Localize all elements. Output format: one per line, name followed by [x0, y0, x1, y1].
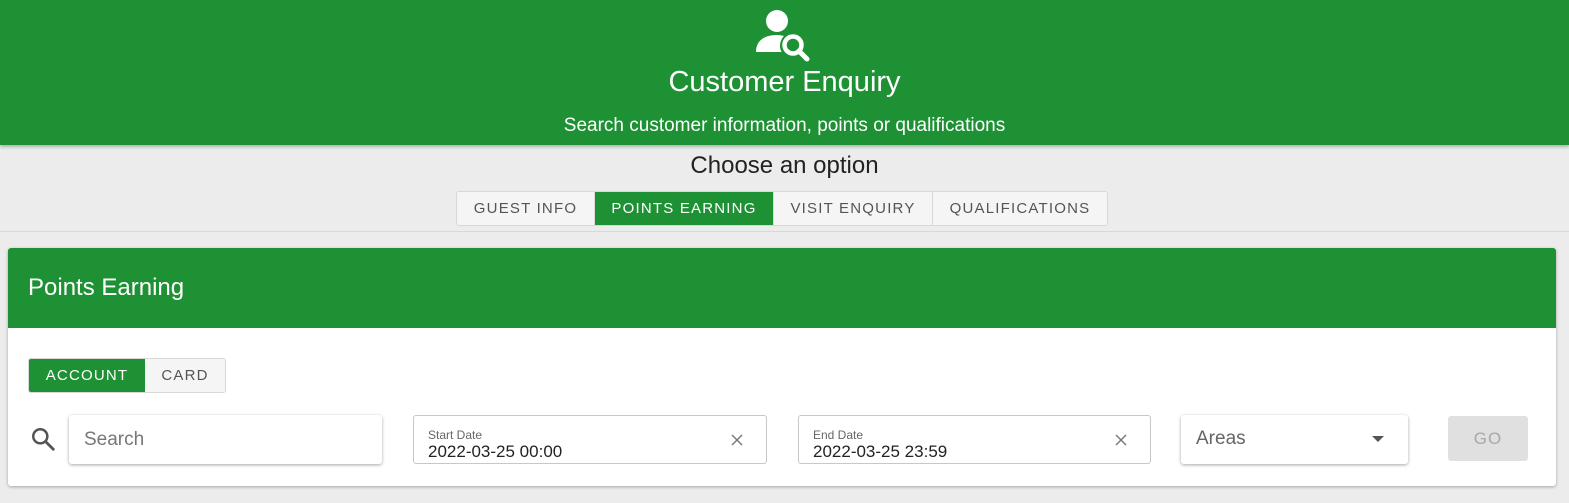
mode-toggle: ACCOUNT CARD: [28, 358, 226, 393]
tab-guest-info[interactable]: GUEST INFO: [457, 192, 595, 225]
option-tabs: GUEST INFO POINTS EARNING VISIT ENQUIRY …: [456, 191, 1108, 226]
page-title: Customer Enquiry: [668, 66, 901, 98]
tab-points-earning[interactable]: POINTS EARNING: [595, 192, 774, 225]
start-date-value[interactable]: 2022-03-25 00:00: [428, 442, 562, 462]
options-heading: Choose an option: [690, 152, 879, 179]
search-field: [69, 415, 382, 464]
end-date-field[interactable]: End Date 2022-03-25 23:59: [798, 415, 1151, 464]
tab-visit-enquiry[interactable]: VISIT ENQUIRY: [774, 192, 933, 225]
app-header: Customer Enquiry Search customer informa…: [0, 0, 1569, 145]
points-earning-panel: Points Earning ACCOUNT CARD Start Date 2…: [8, 248, 1556, 486]
close-icon[interactable]: [1114, 433, 1128, 447]
close-icon[interactable]: [730, 433, 744, 447]
panel-title: Points Earning: [8, 248, 1556, 328]
caret-down-icon[interactable]: [1372, 436, 1384, 442]
search-input[interactable]: [69, 415, 382, 464]
start-date-field[interactable]: Start Date 2022-03-25 00:00: [413, 415, 767, 464]
areas-select[interactable]: Areas: [1181, 415, 1408, 464]
start-date-label: Start Date: [428, 428, 483, 442]
account-toggle-button[interactable]: ACCOUNT: [29, 359, 145, 392]
section-divider: [0, 231, 1569, 232]
end-date-value[interactable]: 2022-03-25 23:59: [813, 442, 947, 462]
page-subtitle: Search customer information, points or q…: [563, 115, 1006, 136]
tab-qualifications[interactable]: QUALIFICATIONS: [933, 192, 1107, 225]
areas-placeholder: Areas: [1196, 428, 1246, 449]
end-date-label: End Date: [813, 428, 864, 442]
go-button[interactable]: GO: [1448, 416, 1528, 461]
person-search-icon: [756, 10, 810, 62]
card-toggle-button[interactable]: CARD: [145, 359, 225, 392]
search-icon[interactable]: [30, 426, 56, 452]
